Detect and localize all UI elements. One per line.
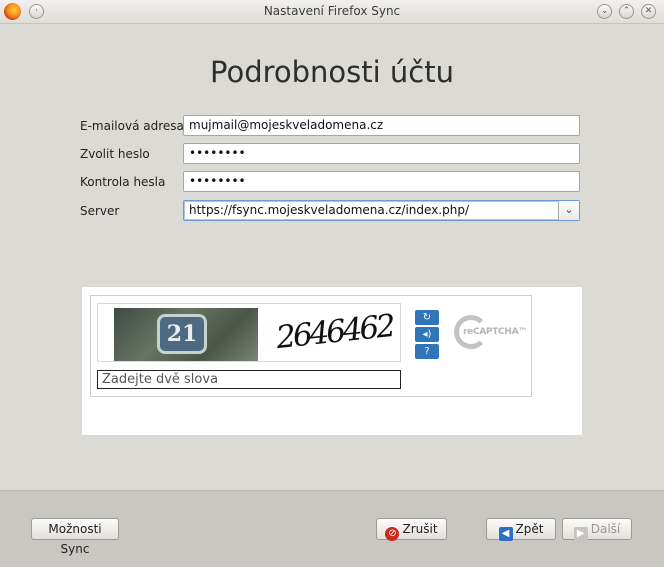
wizard-content: Podrobnosti účtu E-mailová adresa mujmai… [0, 25, 664, 490]
email-label: E-mailová adresa [80, 119, 184, 133]
page-title: Podrobnosti účtu [210, 55, 454, 89]
confirm-password-value: •••••••• [189, 174, 246, 188]
captcha-panel: 21 2646462 ↻ ◂) ? reCAPTCHA™ [82, 287, 582, 435]
server-combobox[interactable]: https://fsync.mojeskveladomena.cz/index.… [183, 200, 580, 221]
server-label: Server [80, 204, 120, 218]
cancel-label: Zrušit [402, 522, 438, 536]
captcha-photo: 21 [114, 308, 258, 361]
email-field[interactable]: mujmail@mojeskveladomena.cz [183, 115, 580, 136]
cancel-button[interactable]: ⊘ Zrušit [376, 518, 447, 541]
audio-icon[interactable]: ◂) [415, 327, 439, 342]
help-icon[interactable]: ? [415, 344, 439, 359]
recaptcha-logo: reCAPTCHA™ [451, 312, 531, 352]
password-field[interactable]: •••••••• [183, 143, 580, 164]
window-titlebar: · Nastavení Firefox Sync ⌄ ⌃ ✕ [0, 0, 664, 24]
cancel-icon: ⊘ [385, 527, 400, 541]
next-label: Další [590, 522, 621, 536]
arrow-right-icon: ▶ [573, 527, 588, 541]
sync-options-label: Možnosti Sync [48, 522, 102, 556]
recaptcha-widget: 21 2646462 ↻ ◂) ? reCAPTCHA™ [90, 295, 532, 397]
captcha-distorted-text: 2646462 [274, 307, 395, 357]
minimize-button[interactable]: ⌄ [597, 4, 612, 19]
captcha-answer-input[interactable] [97, 370, 401, 389]
chevron-down-icon[interactable]: ⌄ [558, 201, 579, 220]
recaptcha-logo-text: reCAPTCHA™ [463, 327, 527, 337]
confirm-password-label: Kontrola hesla [80, 175, 166, 189]
password-value: •••••••• [189, 146, 246, 160]
confirm-password-field[interactable]: •••••••• [183, 171, 580, 192]
back-label: Zpět [515, 522, 544, 536]
next-button[interactable]: ▶ Další [562, 518, 632, 541]
sync-options-button[interactable]: Možnosti Sync [31, 518, 119, 556]
reload-icon[interactable]: ↻ [415, 310, 439, 325]
captcha-image: 21 2646462 [97, 303, 401, 362]
window-title: Nastavení Firefox Sync [263, 4, 401, 18]
back-button[interactable]: ◀ Zpět [486, 518, 556, 541]
email-value: mujmail@mojeskveladomena.cz [189, 118, 384, 132]
wizard-footer: Možnosti Sync ⊘ Zrušit ◀ Zpět ▶ Další [0, 490, 664, 567]
server-value: https://fsync.mojeskveladomena.cz/index.… [189, 203, 470, 217]
maximize-button[interactable]: ⌃ [619, 4, 634, 19]
close-button[interactable]: ✕ [641, 4, 656, 19]
password-label: Zvolit heslo [80, 147, 150, 161]
arrow-left-icon: ◀ [498, 527, 513, 541]
captcha-house-number: 21 [157, 314, 207, 354]
